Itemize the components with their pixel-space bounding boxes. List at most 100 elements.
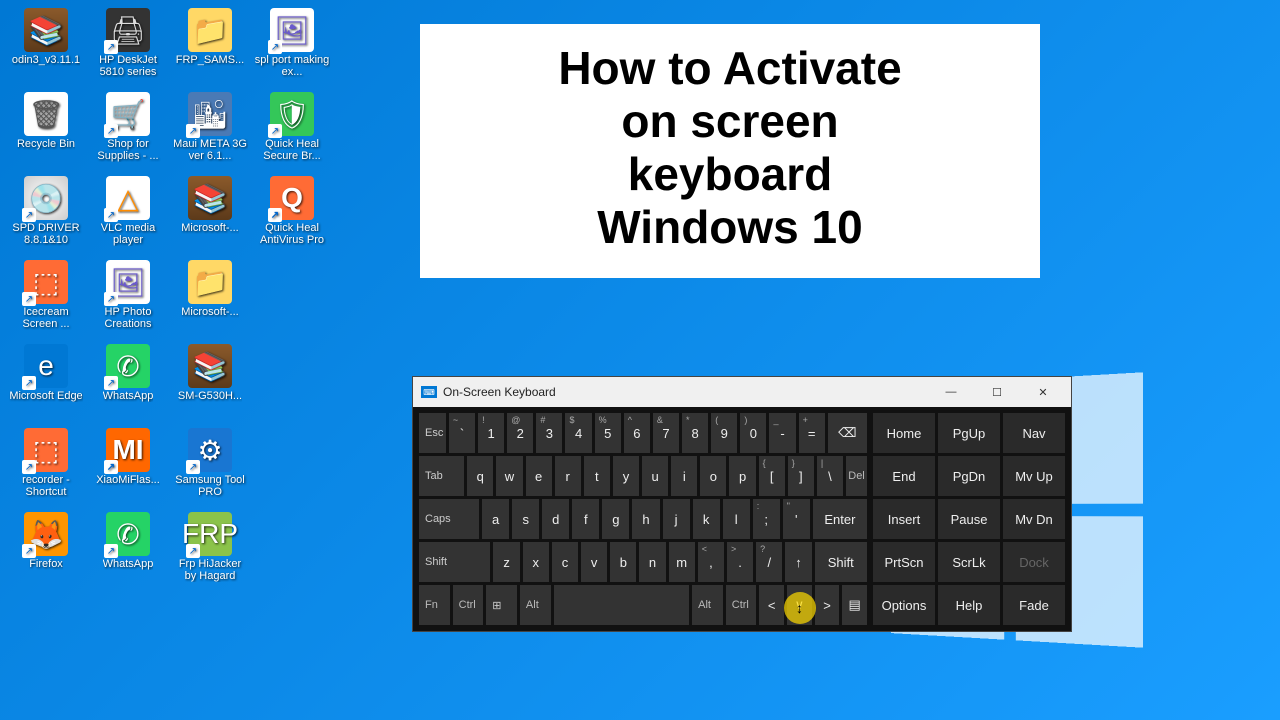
key-1[interactable]: !1 [478,413,504,453]
desktop-icon[interactable]: 📁Microsoft-... [170,256,250,338]
key-fade[interactable]: Fade [1003,585,1065,625]
key-fn[interactable]: Fn [419,585,450,625]
key-∨[interactable]: ∨ [787,585,812,625]
key-enter[interactable]: Enter [813,499,867,539]
key-f[interactable]: f [572,499,599,539]
key-x[interactable]: x [523,542,549,582]
key-j[interactable]: j [663,499,690,539]
key-mv-up[interactable]: Mv Up [1003,456,1065,496]
key-⌫[interactable]: ⌫ [828,413,867,453]
key-k[interactable]: k [693,499,720,539]
key-p[interactable]: p [729,456,755,496]
key-h[interactable]: h [632,499,659,539]
key-ctrl[interactable]: Ctrl [726,585,757,625]
key-pgup[interactable]: PgUp [938,413,1000,453]
key-5[interactable]: %5 [595,413,621,453]
key-6[interactable]: ^6 [624,413,650,453]
key-pgdn[interactable]: PgDn [938,456,1000,496]
key-m[interactable]: m [669,542,695,582]
close-button[interactable]: ✕ [1023,377,1063,407]
desktop-icon[interactable]: QQuick Heal AntiVirus Pro [252,172,332,254]
key-v[interactable]: v [581,542,607,582]
desktop-icon[interactable]: △VLC media player [88,172,168,254]
key-caps[interactable]: Caps [419,499,479,539]
key-g[interactable]: g [602,499,629,539]
key-del[interactable]: Del [846,456,867,496]
key-[[interactable]: {[ [759,456,785,496]
key-3[interactable]: #3 [536,413,562,453]
key-end[interactable]: End [873,456,935,496]
key-prtscn[interactable]: PrtScn [873,542,935,582]
key-\[interactable]: |\ [817,456,843,496]
key-insert[interactable]: Insert [873,499,935,539]
desktop-icon[interactable]: 📚odin3_v3.11.1 [6,4,86,86]
key-tab[interactable]: Tab [419,456,464,496]
key-options[interactable]: Options [873,585,935,625]
desktop-icon[interactable]: 🖼HP Photo Creations [88,256,168,338]
key-2[interactable]: @2 [507,413,533,453]
key-u[interactable]: u [642,456,668,496]
key-o[interactable]: o [700,456,726,496]
key-.[interactable]: >. [727,542,753,582]
key-shift[interactable]: Shift [815,542,867,582]
desktop-icon[interactable]: ⬚Icecream Screen ... [6,256,86,338]
key-dock[interactable]: Dock [1003,542,1065,582]
key-s[interactable]: s [512,499,539,539]
key-⊞[interactable]: ⊞ [486,585,517,625]
desktop-icon[interactable]: 📁FRP_SAMS... [170,4,250,86]
desktop-icon[interactable]: ✆WhatsApp [88,508,168,590]
osk-window[interactable]: ⌨ On-Screen Keyboard — ☐ ✕ Esc~`!1@2#3$4… [412,376,1072,632]
key-,[interactable]: <, [698,542,724,582]
key-q[interactable]: q [467,456,493,496]
key-esc[interactable]: Esc [419,413,446,453]
key-nav[interactable]: Nav [1003,413,1065,453]
desktop-icon[interactable]: 🛒Shop for Supplies - ... [88,88,168,170]
key-scrlk[interactable]: ScrLk [938,542,1000,582]
desktop-icon[interactable]: 💿SPD DRIVER 8.8.1&10 [6,172,86,254]
key-space[interactable] [554,585,690,625]
key-c[interactable]: c [552,542,578,582]
key-y[interactable]: y [613,456,639,496]
key-][interactable]: }] [788,456,814,496]
key-'[interactable]: "' [783,499,810,539]
key-d[interactable]: d [542,499,569,539]
key-`[interactable]: ~` [449,413,475,453]
desktop-icon[interactable]: 🏙Maui META 3G ver 6.1... [170,88,250,170]
key-shift[interactable]: Shift [419,542,490,582]
key-a[interactable]: a [482,499,509,539]
key-t[interactable]: t [584,456,610,496]
osk-titlebar[interactable]: ⌨ On-Screen Keyboard — ☐ ✕ [413,377,1071,407]
desktop-icon[interactable]: 📚Microsoft-... [170,172,250,254]
key-ctrl[interactable]: Ctrl [453,585,484,625]
key->[interactable]: > [815,585,840,625]
key-/[interactable]: ?/ [756,542,782,582]
key-i[interactable]: i [671,456,697,496]
key-l[interactable]: l [723,499,750,539]
key-e[interactable]: e [526,456,552,496]
key-7[interactable]: &7 [653,413,679,453]
desktop-icon[interactable]: MIXiaoMiFlas... [88,424,168,506]
key-r[interactable]: r [555,456,581,496]
key-▤[interactable]: ▤ [842,585,867,625]
key-z[interactable]: z [493,542,519,582]
key-↑[interactable]: ↑ [785,542,811,582]
key-b[interactable]: b [610,542,636,582]
desktop-icon[interactable]: ✆WhatsApp [88,340,168,422]
desktop-icon[interactable]: eMicrosoft Edge [6,340,86,422]
desktop-icon[interactable]: ⚙Samsung Tool PRO [170,424,250,506]
maximize-button[interactable]: ☐ [977,377,1017,407]
key-help[interactable]: Help [938,585,1000,625]
key-pause[interactable]: Pause [938,499,1000,539]
key-0[interactable]: )0 [740,413,766,453]
key-<[interactable]: < [759,585,784,625]
key-mv-dn[interactable]: Mv Dn [1003,499,1065,539]
key-alt[interactable]: Alt [692,585,723,625]
desktop-icon[interactable]: 🗑Recycle Bin [6,88,86,170]
key-8[interactable]: *8 [682,413,708,453]
desktop-icon[interactable]: 🖨HP DeskJet 5810 series [88,4,168,86]
desktop-icon[interactable]: FRPFrp HiJacker by Hagard [170,508,250,590]
key-=[interactable]: += [799,413,825,453]
key-alt[interactable]: Alt [520,585,551,625]
minimize-button[interactable]: — [931,377,971,407]
desktop-icon[interactable]: 🦊Firefox [6,508,86,590]
